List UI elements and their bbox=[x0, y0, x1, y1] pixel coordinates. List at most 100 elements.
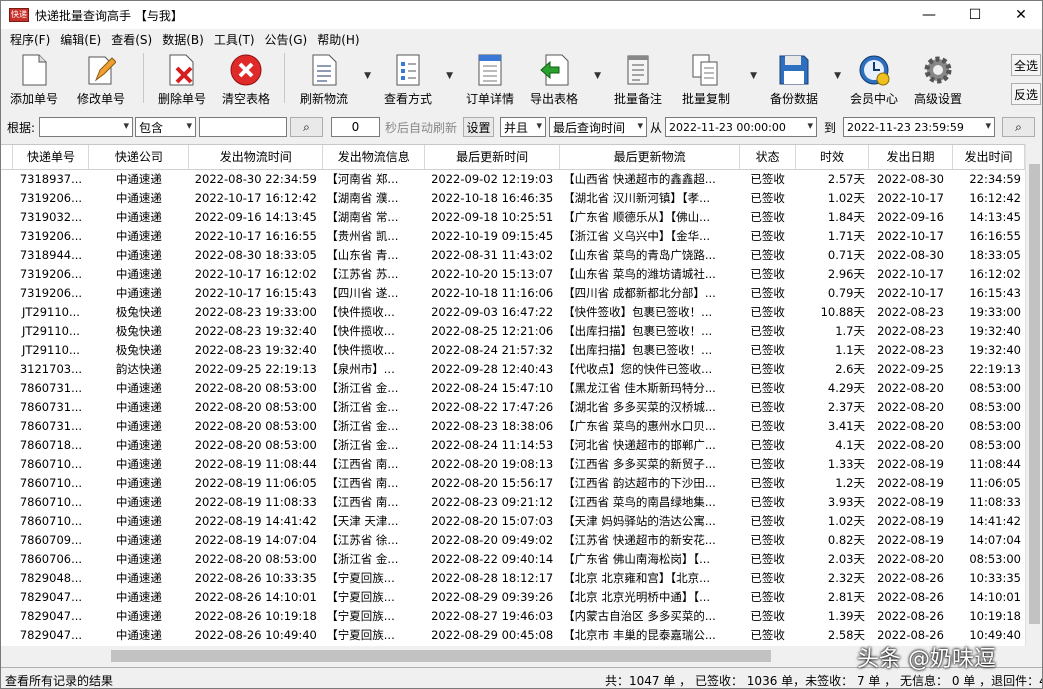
table-row[interactable]: 7319206... 中通速递 2022-10-17 16:15:43 【四川省 遂.… bbox=[1, 283, 1025, 302]
table-row[interactable]: 7829047... 中通速递 2022-08-26 10:19:18 【宁夏回族..… bbox=[1, 606, 1025, 625]
menu-notice[interactable]: 公告(G) bbox=[260, 31, 313, 48]
table-cell: 【快件揽收... bbox=[322, 340, 426, 359]
vertical-scrollbar[interactable] bbox=[1025, 144, 1042, 646]
row-indicator bbox=[1, 283, 14, 302]
table-cell: 【天津 妈妈驿站的浩达公寓... bbox=[559, 511, 741, 530]
col-header[interactable]: 时效 bbox=[795, 145, 869, 170]
edit-tracking-button[interactable]: 修改单号 bbox=[65, 49, 137, 107]
batch-copy-button[interactable]: 批量复制 ▼ bbox=[669, 49, 757, 107]
export-table-button[interactable]: 导出表格 ▼ bbox=[521, 49, 601, 107]
table-row[interactable]: 7860710... 中通速递 2022-08-19 11:06:05 【江西省 南.… bbox=[1, 473, 1025, 492]
to-date-picker[interactable]: 2022-11-23 23:59:59 bbox=[843, 117, 995, 137]
backup-data-label: 备份数据 bbox=[769, 92, 818, 106]
table-row[interactable]: 7319206... 中通速递 2022-10-17 16:12:42 【湖南省 濮.… bbox=[1, 188, 1025, 207]
menu-tools[interactable]: 工具(T) bbox=[209, 31, 260, 48]
toolbar-divider bbox=[284, 53, 285, 103]
col-header[interactable]: 发出物流信息 bbox=[322, 145, 426, 170]
dropdown-arrow-icon[interactable]: ▼ bbox=[594, 71, 601, 81]
minimize-button[interactable]: — bbox=[906, 1, 952, 29]
table-row[interactable]: 3121703... 韵达快递 2022-09-25 22:19:13 【泉州市】..… bbox=[1, 359, 1025, 378]
dropdown-arrow-icon[interactable]: ▼ bbox=[364, 71, 371, 81]
menu-help[interactable]: 帮助(H) bbox=[312, 31, 364, 48]
table-row[interactable]: 7319032... 中通速递 2022-09-16 14:13:45 【湖南省 常.… bbox=[1, 207, 1025, 226]
table-row[interactable]: 7860731... 中通速递 2022-08-20 08:53:00 【浙江省 金.… bbox=[1, 397, 1025, 416]
table-cell: 2022-08-20 bbox=[868, 416, 953, 435]
table-cell: 【浙江省 义乌兴中】【金华... bbox=[559, 226, 741, 245]
date-field-select[interactable]: 最后查询时间 bbox=[549, 117, 647, 137]
order-detail-button[interactable]: 订单详情 bbox=[459, 49, 521, 107]
col-header[interactable]: 最后更新时间 bbox=[424, 145, 561, 170]
scroll-thumb[interactable] bbox=[1029, 164, 1040, 624]
menu-program[interactable]: 程序(F) bbox=[5, 31, 55, 48]
col-header[interactable]: 发出日期 bbox=[868, 145, 953, 170]
table-row[interactable]: JT29110... 极兔快递 2022-08-23 19:32:40 【快件揽收..… bbox=[1, 340, 1025, 359]
logic-select[interactable]: 并且 bbox=[500, 117, 546, 137]
member-center-label: 会员中心 bbox=[849, 92, 898, 106]
delete-document-icon bbox=[165, 53, 199, 87]
col-header[interactable]: 发出时间 bbox=[952, 145, 1025, 170]
select-all-button[interactable]: 全选 bbox=[1011, 54, 1041, 76]
col-header[interactable]: 最后更新物流 bbox=[559, 145, 741, 170]
table-cell: 【快件揽收... bbox=[322, 321, 426, 340]
delete-tracking-button[interactable]: 删除单号 bbox=[150, 49, 214, 107]
search-button[interactable]: ⌕ bbox=[290, 117, 323, 137]
table-cell: 【北京 北京雍和宫】【北京... bbox=[559, 568, 741, 587]
from-date-picker[interactable]: 2022-11-23 00:00:00 bbox=[665, 117, 817, 137]
batch-note-button[interactable]: 批量备注 bbox=[607, 49, 669, 107]
refresh-seconds-input[interactable]: 0 bbox=[331, 117, 380, 137]
table-cell: 2022-08-20 09:49:02 bbox=[424, 530, 561, 549]
table-row[interactable]: 7860709... 中通速递 2022-08-19 14:07:04 【江苏省 徐.… bbox=[1, 530, 1025, 549]
advanced-settings-button[interactable]: 高级设置 bbox=[905, 49, 971, 107]
table-row[interactable]: 7318944... 中通速递 2022-08-30 18:33:05 【山东省 青.… bbox=[1, 245, 1025, 264]
table-row[interactable]: JT29110... 极兔快递 2022-08-23 19:33:00 【快件揽收..… bbox=[1, 302, 1025, 321]
dropdown-arrow-icon[interactable]: ▼ bbox=[446, 71, 453, 81]
close-button[interactable]: ✕ bbox=[998, 1, 1042, 29]
table-row[interactable]: 7829048... 中通速递 2022-08-26 10:33:35 【宁夏回族..… bbox=[1, 568, 1025, 587]
clear-table-button[interactable]: 清空表格 bbox=[214, 49, 278, 107]
table-row[interactable]: JT29110... 极兔快递 2022-08-23 19:32:40 【快件揽收..… bbox=[1, 321, 1025, 340]
menu-view[interactable]: 查看(S) bbox=[106, 31, 157, 48]
basis-field-select[interactable] bbox=[39, 117, 133, 137]
settings-button[interactable]: 设置 bbox=[463, 117, 494, 137]
table-cell: 【宁夏回族... bbox=[322, 625, 426, 644]
table-row[interactable]: 7860731... 中通速递 2022-08-20 08:53:00 【浙江省 金.… bbox=[1, 416, 1025, 435]
backup-data-button[interactable]: 备份数据 ▼ bbox=[761, 49, 841, 107]
table-cell: 【浙江省 金... bbox=[322, 435, 426, 454]
table-header-row: 快递单号 快递公司 发出物流时间 发出物流信息 最后更新时间 最后更新物流 状态… bbox=[1, 145, 1025, 170]
refresh-logistics-button[interactable]: 刷新物流 ▼ bbox=[291, 49, 371, 107]
table-row[interactable]: 7860710... 中通速递 2022-08-19 11:08:44 【江西省 南.… bbox=[1, 454, 1025, 473]
dropdown-arrow-icon[interactable]: ▼ bbox=[834, 71, 841, 81]
keyword-input[interactable] bbox=[199, 117, 287, 137]
table-row[interactable]: 7860706... 中通速递 2022-08-20 08:53:00 【浙江省 金.… bbox=[1, 549, 1025, 568]
menu-edit[interactable]: 编辑(E) bbox=[55, 31, 106, 48]
clear-red-x-icon bbox=[229, 53, 263, 87]
col-header[interactable]: 状态 bbox=[739, 145, 797, 170]
table-row[interactable]: 7860731... 中通速递 2022-08-20 08:53:00 【浙江省 金.… bbox=[1, 378, 1025, 397]
table-row[interactable]: 7319206... 中通速递 2022-10-17 16:16:55 【贵州省 凯.… bbox=[1, 226, 1025, 245]
table-cell: 7860731... bbox=[12, 378, 90, 397]
table-row[interactable]: 7318937... 中通速递 2022-08-30 22:34:59 【河南省 郑.… bbox=[1, 169, 1025, 188]
scroll-thumb[interactable] bbox=[111, 650, 771, 662]
table-row[interactable]: 7860710... 中通速递 2022-08-19 11:08:33 【江西省 南.… bbox=[1, 492, 1025, 511]
date-search-button[interactable]: ⌕ bbox=[1002, 117, 1035, 137]
table-cell: 韵达快递 bbox=[88, 359, 190, 378]
dropdown-arrow-icon[interactable]: ▼ bbox=[750, 71, 757, 81]
view-mode-button[interactable]: 查看方式 ▼ bbox=[377, 49, 453, 107]
col-header[interactable]: 发出物流时间 bbox=[188, 145, 324, 170]
maximize-button[interactable]: ☐ bbox=[952, 1, 998, 29]
menu-data[interactable]: 数据(B) bbox=[157, 31, 209, 48]
match-type-select[interactable]: 包含 bbox=[135, 117, 196, 137]
table-cell: 中通速递 bbox=[88, 207, 190, 226]
add-tracking-button[interactable]: 添加单号 bbox=[3, 49, 65, 107]
table-row[interactable]: 7860710... 中通速递 2022-08-19 14:41:42 【天津 天津.… bbox=[1, 511, 1025, 530]
col-header[interactable]: 快递单号 bbox=[12, 145, 90, 170]
table-cell: 2022-08-26 10:49:40 bbox=[188, 625, 324, 644]
invert-selection-button[interactable]: 反选 bbox=[1011, 83, 1041, 105]
table-cell: 16:16:55 bbox=[952, 226, 1025, 245]
table-row[interactable]: 7860718... 中通速递 2022-08-20 08:53:00 【浙江省 金.… bbox=[1, 435, 1025, 454]
col-header[interactable]: 快递公司 bbox=[88, 145, 190, 170]
member-center-button[interactable]: 会员中心 bbox=[843, 49, 905, 107]
table-row[interactable]: 7829047... 中通速递 2022-08-26 14:10:01 【宁夏回族..… bbox=[1, 587, 1025, 606]
table-row[interactable]: 7319206... 中通速递 2022-10-17 16:12:02 【江苏省 苏.… bbox=[1, 264, 1025, 283]
table-cell: 中通速递 bbox=[88, 378, 190, 397]
